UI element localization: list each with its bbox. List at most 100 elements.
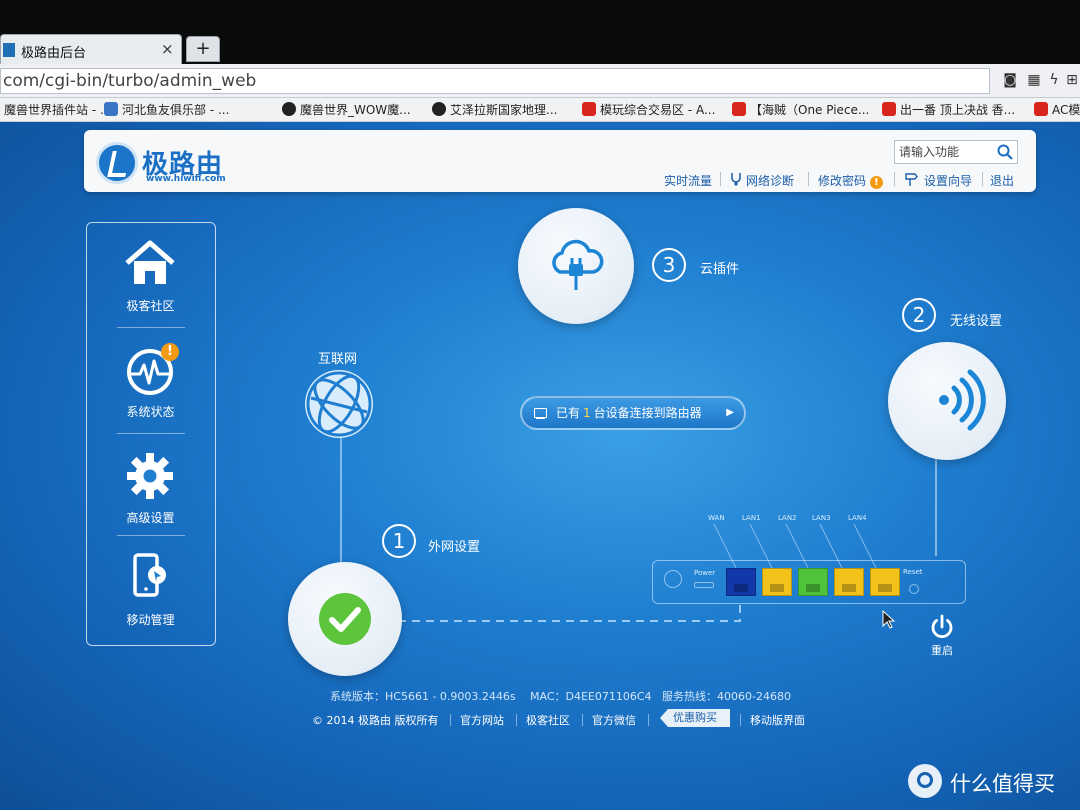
wan-cable-line [398,602,741,622]
connected-devices-button[interactable]: 已有 1 台设备连接到路由器 ▶ [520,396,746,430]
address-bar: com/cgi-bin/turbo/admin_web ◙ ▦ ϟ ⊞ [0,64,1080,98]
stethoscope-icon [731,173,741,186]
mac-address: MAC：D4EE071106C4 [530,690,652,703]
sidebar-item-label: 系统状态 [126,405,175,419]
port-label: LAN4 [848,514,867,522]
new-tab-button[interactable]: + [186,36,220,62]
reboot-button[interactable]: 重启 [922,614,962,657]
port-label: LAN2 [778,514,797,522]
bookmark-item[interactable]: 【海贼（One Piece... [732,101,869,119]
devices-suffix: 台设备连接到路由器 [593,406,702,420]
nav-divider [720,172,721,186]
power-icon [931,614,953,639]
bookmark-favicon-icon [732,102,746,116]
nav-change-password[interactable]: 修改密码 ! [818,172,883,189]
extension-icon[interactable]: ⊞ [1064,71,1080,89]
sidebar-item-label: 移动管理 [126,613,175,627]
bookmark-favicon-icon [582,102,596,116]
nav-change-password-label: 修改密码 [818,174,867,188]
wireless-settings-button[interactable] [888,342,1006,460]
wifi-signal-icon [939,369,986,431]
play-arrow-icon: ▶ [726,407,734,418]
power-switch-icon [694,582,714,588]
sidebar-divider [117,327,185,328]
bookmark-item[interactable]: AC模 [1034,101,1080,119]
bookmarks-bar: 魔兽世界插件站 - ... 河北鱼友俱乐部 - ... 魔兽世界_WOW魔...… [0,98,1080,122]
tab-favicon-icon [3,43,15,57]
copyright-text: © 2014 极路由 版权所有 [312,714,439,727]
sidebar-item-mobile-management[interactable]: 移动管理 [87,537,214,641]
bookmark-item[interactable]: 魔兽世界插件站 - ... [4,101,111,119]
wan-settings-label: 外网设置 [428,540,481,555]
function-search-input[interactable] [895,141,991,163]
cloud-plugin-button[interactable] [518,208,634,324]
lightning-icon[interactable]: ϟ [1046,71,1062,89]
reset-label: Reset [903,568,923,576]
globe-icon [305,370,373,438]
sidebar-item-label: 极客社区 [126,299,175,313]
footer-wechat-link[interactable]: 官方微信 [592,712,636,728]
browser-tab-bar: 极路由后台 × + [0,0,1080,64]
bookmark-favicon-icon [882,102,896,116]
paw-icon [282,102,296,116]
bookmark-item[interactable]: 魔兽世界_WOW魔... [282,101,411,119]
nav-divider [982,172,983,186]
nav-setup-wizard[interactable]: 设置向导 [924,172,972,189]
port-label: LAN3 [812,514,831,522]
mobile-version-link[interactable]: 移动版界面 [750,712,805,728]
bookmark-favicon-icon [1034,102,1048,116]
sidebar-divider [117,433,185,434]
bookmark-item[interactable]: 艾泽拉斯国家地理... [432,101,557,119]
sidebar-item-label: 高级设置 [126,511,175,525]
internet-label: 互联网 [318,352,358,367]
browser-tab[interactable]: 极路由后台 × [0,34,182,64]
tab-close-icon[interactable]: × [161,40,174,58]
power-label: Power [694,569,716,577]
qr-icon[interactable]: ◙ [1002,71,1018,89]
watermark-text: 什么值得买 [950,772,1055,796]
sidebar-item-advanced-settings[interactable]: 高级设置 [87,435,214,539]
step-number: 3 [652,248,686,282]
port-label: LAN1 [742,514,761,522]
router-admin-page: 极路由 www.hiwifi.com 实时流量 网络诊断 修改密码 ! 设置向导… [0,122,1080,810]
lan4-port-icon [870,568,900,596]
bookmark-item[interactable]: 河北鱼友俱乐部 - ... [104,101,229,119]
gear-icon [127,453,173,499]
alert-icon: ! [161,343,179,361]
sidebar-item-system-status[interactable]: ! 系统状态 [87,329,214,433]
tab-title: 极路由后台 [21,46,87,61]
nav-divider [894,172,895,186]
discount-buy-button[interactable]: 优惠购买 [660,709,730,727]
bookmark-item[interactable]: 出一番 顶上决战 香... [882,101,1015,119]
bookmark-item[interactable]: 模玩综合交易区 - A... [582,101,715,119]
nav-logout[interactable]: 退出 [990,172,1014,189]
reset-hole-icon [909,584,919,594]
url-field[interactable]: com/cgi-bin/turbo/admin_web [0,68,990,94]
lan1-port-icon [762,568,792,596]
nav-network-diagnosis[interactable]: 网络诊断 [746,172,794,189]
reboot-label: 重启 [931,644,953,657]
internet-connector-line [340,437,342,563]
system-version: 系统版本：HC5661 - 0.9003.2446s [330,690,516,703]
wireless-connector-line [935,458,937,556]
watermark-logo-icon [908,764,942,798]
footer-geek-community-link[interactable]: 极客社区 [526,712,570,728]
grid-icon[interactable]: ▦ [1026,71,1042,89]
paw-icon [432,102,446,116]
mobile-phone-icon [133,553,166,597]
wireless-settings-label: 无线设置 [950,314,1003,329]
top-header: 极路由 www.hiwifi.com 实时流量 网络诊断 修改密码 ! 设置向导… [84,130,1036,192]
footer-divider [648,714,649,726]
port-label: WAN [708,514,725,522]
footer-divider [582,714,583,726]
function-search [894,140,1018,164]
search-icon[interactable] [997,144,1013,160]
home-icon [125,240,175,284]
check-circle-icon [319,593,371,645]
footer-official-site-link[interactable]: 官方网站 [460,712,504,728]
wan-settings-button[interactable] [288,562,402,676]
nav-realtime-traffic[interactable]: 实时流量 [664,172,712,189]
sidebar-item-geek-community[interactable]: 极客社区 [87,223,214,327]
footer-divider [516,714,517,726]
power-jack-icon [664,570,682,588]
